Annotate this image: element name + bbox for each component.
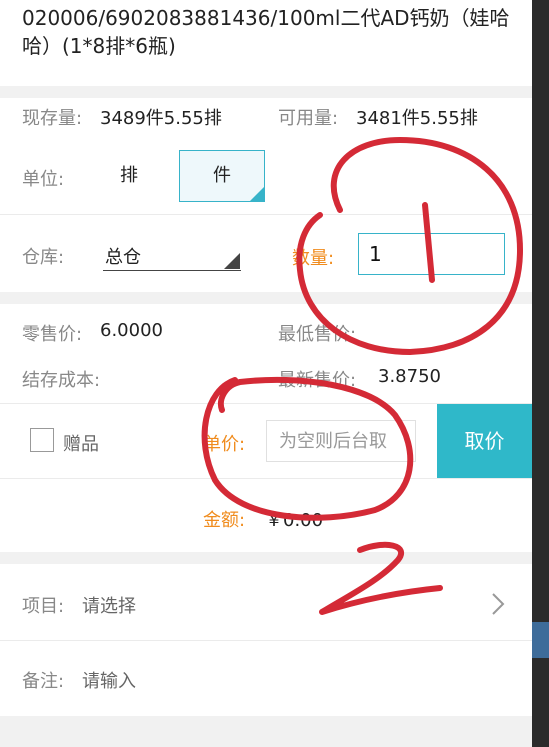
- background-window-edge: [532, 0, 549, 747]
- unit-option-jian[interactable]: 件: [179, 150, 265, 202]
- divider: [0, 214, 532, 215]
- product-title: 020006/6902083881436/100ml二代AD钙奶（娃哈哈）(1*…: [22, 6, 510, 58]
- latest-price-value: 3.8750: [378, 366, 441, 387]
- unit-option-label: 排: [120, 165, 138, 186]
- warehouse-label: 仓库:: [22, 247, 65, 268]
- amount-label: 金额:: [203, 510, 246, 531]
- chevron-right-icon: [492, 593, 505, 615]
- min-price-label: 最低售价:: [278, 324, 357, 345]
- on-hand-value: 3489件5.55排: [100, 108, 222, 129]
- unit-option-pai[interactable]: 排: [86, 150, 172, 202]
- divider: [0, 478, 532, 479]
- remark-placeholder: 请输入: [82, 671, 136, 692]
- amount-value: ￥0.00: [265, 510, 324, 531]
- remark-label: 备注:: [22, 671, 65, 692]
- project-placeholder: 请选择: [82, 596, 136, 617]
- project-picker[interactable]: 项目: 请选择: [0, 564, 532, 640]
- project-label: 项目:: [22, 596, 65, 617]
- dropdown-arrow-icon: [224, 253, 240, 269]
- background-window-fragment: [532, 622, 549, 658]
- available-value: 3481件5.55排: [356, 108, 478, 129]
- unit-label: 单位:: [22, 169, 65, 190]
- on-hand-label: 现存量:: [22, 108, 83, 129]
- quantity-label: 数量:: [292, 248, 335, 269]
- latest-price-label: 最新售价:: [278, 370, 357, 391]
- unit-price-input[interactable]: [266, 420, 416, 462]
- quantity-input[interactable]: [358, 233, 505, 275]
- warehouse-select[interactable]: 总仓: [103, 240, 243, 272]
- selected-check-icon: [250, 187, 264, 201]
- section-gap: [0, 552, 532, 564]
- warehouse-select-underline: [103, 270, 241, 271]
- unit-price-label: 单价:: [203, 434, 246, 455]
- retail-price-value: 6.0000: [100, 320, 163, 341]
- available-label: 可用量:: [278, 108, 339, 129]
- remark-field[interactable]: 备注: 请输入: [0, 641, 532, 716]
- warehouse-value: 总仓: [105, 247, 141, 268]
- unit-option-label: 件: [213, 165, 231, 186]
- get-price-button[interactable]: 取价: [437, 404, 532, 478]
- retail-price-label: 零售价:: [22, 324, 83, 345]
- gift-label: 赠品: [63, 434, 99, 455]
- product-entry-sheet: 020006/6902083881436/100ml二代AD钙奶（娃哈哈）(1*…: [0, 0, 532, 747]
- cost-label: 结存成本:: [22, 370, 101, 391]
- section-gap: [0, 86, 532, 98]
- gift-checkbox[interactable]: [30, 428, 54, 452]
- section-gap: [0, 292, 532, 304]
- bottom-gap: [0, 716, 532, 747]
